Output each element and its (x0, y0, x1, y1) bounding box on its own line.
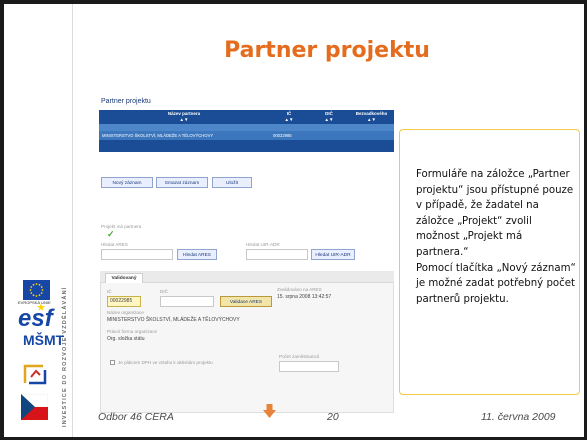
partner-detail-panel (100, 271, 394, 413)
arrow-down-icon (263, 404, 276, 418)
slide: INVESTICE DO ROZVOJE VZDĚLÁVÁNÍ EVROPSKÁ… (4, 4, 584, 437)
column-header-ic[interactable]: IČ ▲▼ (269, 111, 309, 123)
validated-timestamp: 15. srpna 2008 13:42:57 (277, 294, 332, 300)
grid-header: Název partnera ▲▼ IČ ▲▼ DIČ ▲▼ Bezvadkového… (99, 110, 394, 124)
ic-field[interactable]: 00022985 (107, 296, 141, 307)
legal-form-value: Org. složka státu (107, 336, 145, 342)
validated-label: Zvalidováno na ARES (277, 287, 322, 292)
form-title: Partner projektu (101, 98, 151, 105)
vat-payer-label: Je plátcem DPH ve vztahu k aktivitám pro… (118, 360, 213, 365)
legal-form-label: Právní forma organizace (107, 329, 158, 334)
footer-date: 11. června 2009 (481, 411, 556, 423)
vat-payer-checkbox[interactable] (110, 360, 115, 365)
new-record-button[interactable]: Nový záznam (101, 177, 153, 188)
form-screenshot: Partner projektu Název partnera ▲▼ IČ ▲▼ D… (99, 98, 404, 413)
grid-footer (99, 140, 394, 152)
callout-text: Formuláře na záložce „Partner projektu“ … (416, 169, 576, 305)
column-header-dic[interactable]: DIČ ▲▼ (309, 111, 349, 123)
validate-ares-button[interactable]: Validace ARES (220, 296, 272, 307)
save-button[interactable]: Uložit (212, 177, 252, 188)
sort-icon: ▲▼ (324, 117, 334, 122)
tab-bar: Validovaný (100, 271, 394, 283)
callout-box: Formuláře na záložce „Partner projektu“ … (399, 129, 580, 395)
esf-logo: esf (18, 305, 53, 332)
msmt-logo: MŠMT (23, 332, 65, 348)
employees-label: Počet zaměstnanců (279, 354, 320, 359)
footer-page-number: 20 (327, 411, 339, 423)
vertical-slogan: INVESTICE DO ROZVOJE VZDĚLÁVÁNÍ (62, 286, 68, 428)
sort-icon: ▲▼ (284, 117, 294, 122)
ares-search-button[interactable]: Hledat ARES (177, 249, 217, 260)
cell-partner-name: MINISTERSTVO ŠKOLSTVÍ, MLÁDEŽE A TĚLOVÝC… (102, 133, 214, 138)
ares-search-input[interactable] (101, 249, 173, 260)
column-header-flag[interactable]: Bezvadkového ▲▼ (349, 111, 394, 123)
eu-flag-icon (23, 280, 50, 300)
dic-field[interactable] (160, 296, 214, 307)
uir-search-label: Hledat UIR-ADR (246, 242, 280, 247)
grid-filter-row (99, 124, 394, 131)
star-icon (37, 303, 45, 311)
column-header-name[interactable]: Název partnera ▲▼ (99, 111, 269, 123)
table-row[interactable]: MINISTERSTVO ŠKOLSTVÍ, MLÁDEŽE A TĚLOVÝC… (99, 131, 394, 140)
dic-label: DIČ (160, 289, 168, 294)
tab-validated[interactable]: Validovaný (105, 273, 143, 283)
opvk-logo-icon (23, 364, 47, 385)
left-logo-strip: INVESTICE DO ROZVOJE VZDĚLÁVÁNÍ EVROPSKÁ… (4, 4, 73, 437)
sort-icon: ▲▼ (179, 117, 189, 122)
uir-search-button[interactable]: Hledat UIR-ADR (311, 249, 355, 260)
czech-flag-icon (21, 394, 48, 420)
sort-icon: ▲▼ (367, 117, 376, 122)
slide-title: Partner projektu (224, 38, 430, 63)
cell-partner-ic: 00022985 (273, 133, 292, 138)
org-name-label: Název organizace (107, 310, 144, 315)
checkmark-icon[interactable]: ✓ (107, 229, 115, 240)
delete-record-button[interactable]: Smazat záznam (156, 177, 208, 188)
ares-search-label: Hledat ARES (101, 242, 128, 247)
uir-search-input[interactable] (246, 249, 308, 260)
employees-field[interactable] (279, 361, 339, 372)
org-name-value: MINISTERSTVO ŠKOLSTVÍ, MLÁDEŽE A TĚLOVÝC… (107, 317, 240, 323)
ic-label: IČ (107, 289, 112, 294)
footer-department: Odbor 46 CERA (98, 411, 174, 423)
